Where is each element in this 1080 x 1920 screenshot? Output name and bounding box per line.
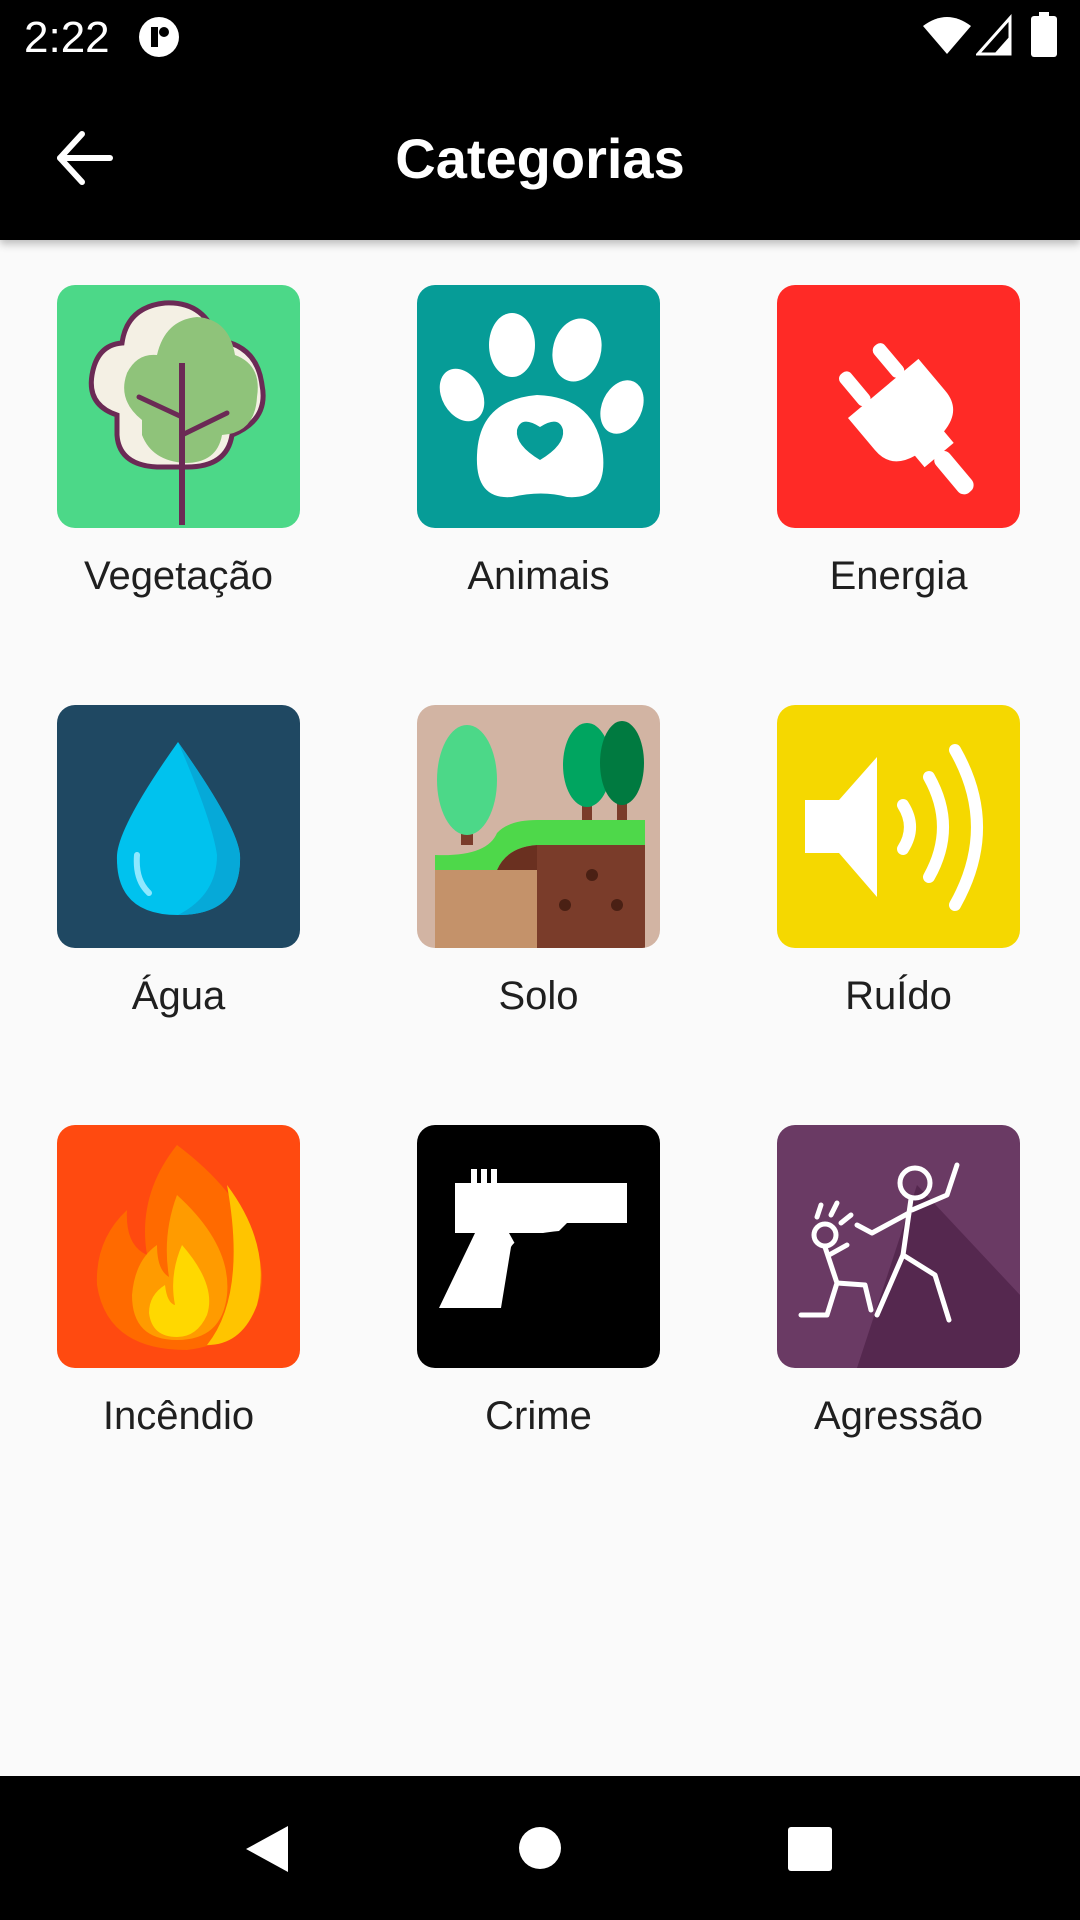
fire-icon [57,1125,300,1368]
category-solo[interactable]: Solo [360,660,660,1018]
battery-icon [1031,12,1057,57]
category-label: Crime [485,1394,592,1438]
page-title: Categorias [395,127,685,190]
category-energia[interactable]: Energia [720,240,1020,598]
water-drop-icon [57,705,300,948]
signal-icon [976,14,1012,56]
nav-recents-icon[interactable] [787,1826,833,1872]
paw-icon [417,285,660,528]
category-agua[interactable]: Água [0,660,300,1018]
plug-icon [777,285,1020,528]
category-label: Água [131,974,226,1018]
soil-icon [417,705,660,948]
app-notification-icon [139,17,179,57]
category-incendio[interactable]: Incêndio [0,1080,300,1438]
category-vegetacao[interactable]: Vegetação [0,240,300,598]
status-bar: 2:22 [0,0,1080,76]
category-label: RuÍdo [845,974,952,1018]
speaker-icon [777,705,1020,948]
app-bar: Categorias [0,76,1080,240]
aggression-icon [777,1125,1020,1368]
category-label: Animais [467,554,610,598]
navigation-bar [0,1776,1080,1920]
category-agressao[interactable]: Agressão [720,1080,1020,1438]
wifi-icon [923,17,971,54]
status-time: 2:22 [24,13,110,62]
gun-icon [417,1125,660,1368]
nav-back-icon[interactable] [244,1824,290,1874]
category-label: Energia [829,554,968,598]
tree-icon [57,285,300,528]
category-label: Vegetação [83,554,274,598]
category-crime[interactable]: Crime [360,1080,660,1438]
nav-home-icon[interactable] [518,1826,562,1870]
category-animais[interactable]: Animais [360,240,660,598]
category-label: Agressão [814,1394,983,1438]
category-label: Solo [498,974,579,1018]
category-label: Incêndio [102,1394,255,1438]
category-ruido[interactable]: RuÍdo [720,660,1020,1018]
